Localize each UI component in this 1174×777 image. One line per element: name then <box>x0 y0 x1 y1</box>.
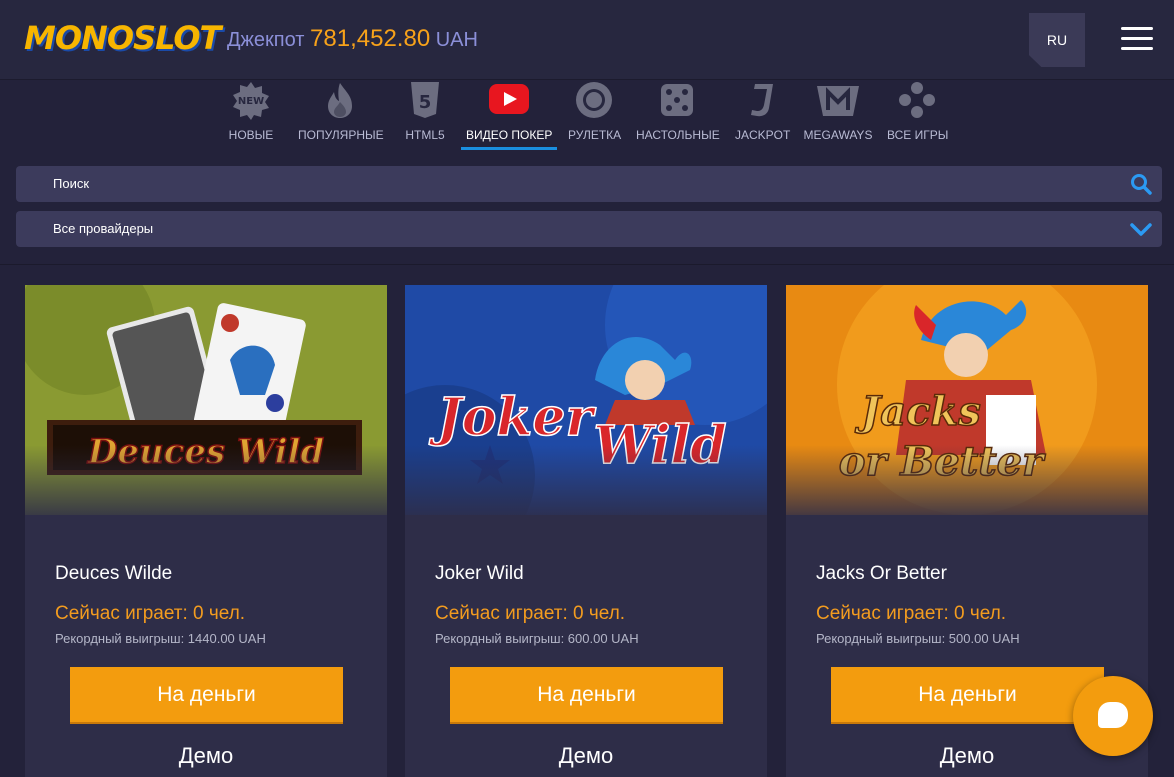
svg-text:Jacks: Jacks <box>854 388 980 435</box>
svg-text:NEW: NEW <box>238 96 264 107</box>
section-divider <box>0 264 1174 265</box>
tab-video-poker[interactable]: ВИДЕО ПОКЕР <box>466 80 552 152</box>
chat-button[interactable] <box>1073 676 1153 756</box>
tab-table-games[interactable]: НАСТОЛЬНЫЕ <box>636 80 720 152</box>
tab-popular[interactable]: ПОПУЛЯРНЫЕ <box>298 80 384 152</box>
roulette-icon <box>576 82 612 118</box>
record-win: Рекордный выигрыш: 600.00 UAH <box>435 631 639 646</box>
search-input[interactable]: Поиск <box>16 166 1162 202</box>
logo-text: MONOSLOT <box>24 19 221 57</box>
video-play-icon <box>489 84 529 114</box>
jackpot-label: Джекпот <box>227 29 305 51</box>
play-for-money-button[interactable]: На деньги <box>70 667 343 722</box>
players-count: Сейчас играет: 0 чел. <box>816 603 1007 624</box>
tab-all-games[interactable]: ВСЕ ИГРЫ <box>887 80 948 152</box>
provider-select[interactable]: Все провайдеры <box>16 211 1162 247</box>
play-for-money-button[interactable]: На деньги <box>450 667 723 722</box>
game-title[interactable]: Deuces Wilde <box>55 563 172 585</box>
tab-new[interactable]: NEW НОВЫЕ <box>227 80 275 152</box>
play-for-money-button[interactable]: На деньги <box>831 667 1104 722</box>
active-tab-indicator <box>461 147 557 150</box>
fire-icon <box>328 83 352 118</box>
dice-icon <box>661 84 693 116</box>
provider-selected-value: Все провайдеры <box>53 221 154 236</box>
tab-html5[interactable]: 5 HTML5 <box>404 80 446 152</box>
players-count: Сейчас играет: 0 чел. <box>55 603 246 624</box>
chevron-down-icon <box>1130 223 1152 236</box>
category-nav: NEW НОВЫЕ ПОПУЛЯРНЫЕ 5 HTML5 ВИДЕО ПОКЕР… <box>0 80 1174 155</box>
chat-icon <box>1098 702 1128 728</box>
svg-text:5: 5 <box>419 92 432 113</box>
game-card: Joker Wild Joker Wild Сейчас играет: 0 ч… <box>405 285 767 777</box>
jackpot-icon <box>751 84 773 117</box>
language-button[interactable]: RU <box>1029 13 1085 67</box>
header: MONOSLOT Джекпот 781,452.80 UAH RU <box>0 0 1174 80</box>
search-placeholder: Поиск <box>53 176 90 191</box>
megaways-icon <box>817 86 859 116</box>
menu-icon[interactable] <box>1121 27 1153 51</box>
jackpot-currency: UAH <box>435 29 478 51</box>
players-count: Сейчас играет: 0 чел. <box>435 603 626 624</box>
svg-text:Joker: Joker <box>428 387 596 448</box>
demo-button[interactable]: Демо <box>25 743 387 769</box>
site-logo[interactable]: MONOSLOT <box>24 18 221 58</box>
jackpot-amount: 781,452.80 <box>310 25 431 52</box>
new-badge-icon: NEW <box>233 82 269 120</box>
tab-megaways[interactable]: MEGAWAYS <box>803 80 873 152</box>
record-win: Рекордный выигрыш: 500.00 UAH <box>816 631 1020 646</box>
tab-jackpot[interactable]: JACKPOT <box>735 80 790 152</box>
game-title[interactable]: Jacks Or Better <box>816 563 947 585</box>
tab-roulette[interactable]: РУЛЕТКА <box>568 80 621 152</box>
game-title[interactable]: Joker Wild <box>435 563 524 585</box>
all-games-icon <box>899 82 935 118</box>
demo-button[interactable]: Демо <box>405 743 767 769</box>
record-win: Рекордный выигрыш: 1440.00 UAH <box>55 631 266 646</box>
html5-icon: 5 <box>411 82 439 118</box>
jackpot-display: Джекпот 781,452.80 UAH <box>227 22 478 56</box>
search-icon[interactable] <box>1130 173 1152 195</box>
game-card: Deuces Wild Deuces Wilde Сейчас играет: … <box>25 285 387 777</box>
